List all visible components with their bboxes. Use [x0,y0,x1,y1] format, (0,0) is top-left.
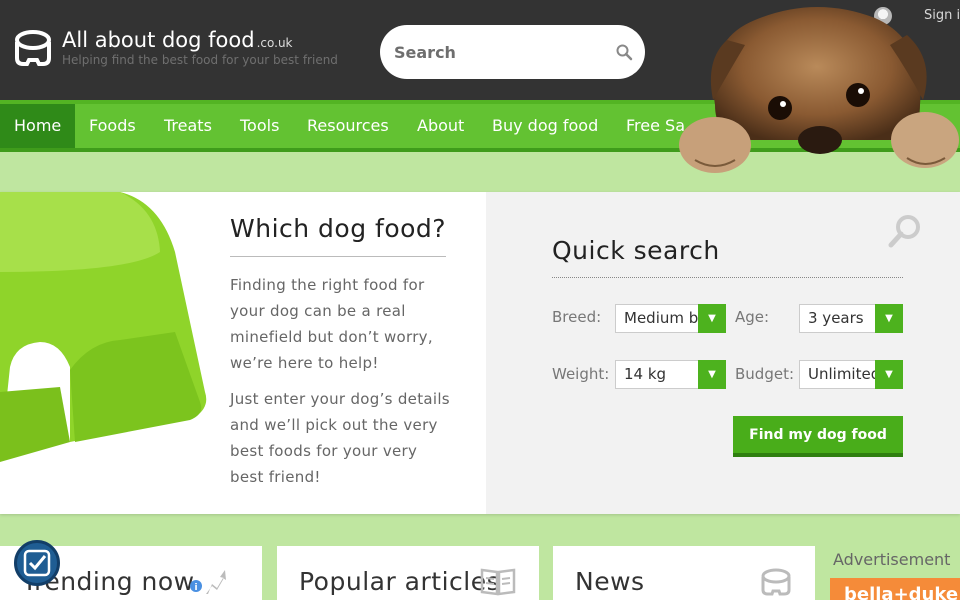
logo-bowl-icon[interactable] [13,28,53,68]
brand-name-text: All about dog food [62,28,255,52]
trend-arrow-icon: i [190,570,226,594]
nav-item-tools[interactable]: Tools [226,104,293,148]
quick-search-panel: Quick search Breed: Medium b ▼ Age: 3 ye… [486,192,960,514]
hero-paragraph-2: Just enter your dog’s details and we’ll … [230,390,450,486]
search-box [380,25,645,79]
breed-label: Breed: [552,308,602,326]
search-input[interactable] [394,39,599,65]
budget-label: Budget: [735,365,795,383]
newspaper-icon [480,568,516,596]
age-label: Age: [735,308,770,326]
nav-item-treats[interactable]: Treats [150,104,226,148]
breed-select[interactable]: Medium b ▼ [615,304,726,333]
bowl-icon [761,568,791,596]
popular-articles-title[interactable]: Popular articles [299,567,500,596]
weight-label: Weight: [552,365,610,383]
dog-mascot-image [679,6,959,173]
weight-select-value: 14 kg [624,365,667,383]
quick-search-title: Quick search [552,236,720,265]
advertisement-label: Advertisement [833,550,951,569]
accessibility-button[interactable] [14,540,60,586]
chevron-down-icon[interactable]: ▼ [875,304,903,333]
brand-name[interactable]: All about dog food .co.uk [62,28,293,52]
hero-paragraph-1: Finding the right food for your dog can … [230,276,433,372]
brand-tld: .co.uk [256,36,293,50]
hero-divider [230,256,446,257]
chevron-down-icon[interactable]: ▼ [875,360,903,389]
nav-item-foods[interactable]: Foods [75,104,150,148]
quick-search-divider [552,277,903,278]
chevron-down-icon[interactable]: ▼ [698,304,726,333]
magnifier-icon [888,215,920,248]
budget-select-value: Unlimited [808,365,878,383]
chevron-down-icon[interactable]: ▼ [698,360,726,389]
news-title[interactable]: News [575,567,645,596]
green-bowl-image [0,192,207,462]
nav-item-about[interactable]: About [403,104,478,148]
weight-select[interactable]: 14 kg ▼ [615,360,726,389]
accessibility-icon [23,549,51,577]
search-icon[interactable] [615,43,633,61]
nav-item-home[interactable]: Home [0,104,76,148]
find-dog-food-button[interactable]: Find my dog food [733,416,903,457]
breed-select-value: Medium b [624,309,699,327]
nav-item-buy-dog-food[interactable]: Buy dog food [478,104,612,148]
brand-tagline: Helping find the best food for your best… [62,53,338,67]
ad-banner-text: bella+duke [844,584,959,600]
age-select-value: 3 years [808,309,864,327]
svg-text:i: i [194,583,197,593]
hero-panel: Which dog food? Finding the right food f… [0,192,960,514]
hero-title: Which dog food? [230,214,447,243]
popular-articles-card: Popular articles [277,546,539,600]
age-select[interactable]: 3 years ▼ [799,304,903,333]
advertisement-banner[interactable]: bella+duke [830,578,960,600]
budget-select[interactable]: Unlimited ▼ [799,360,903,389]
news-card: News [553,546,815,600]
nav-item-resources[interactable]: Resources [293,104,403,148]
